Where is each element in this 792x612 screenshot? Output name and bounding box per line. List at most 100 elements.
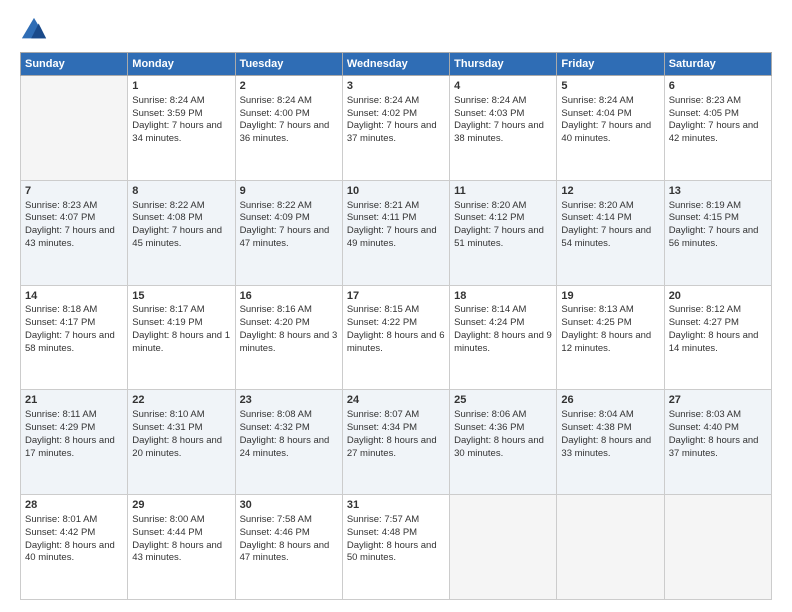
header-cell-saturday: Saturday — [664, 53, 771, 76]
page: SundayMondayTuesdayWednesdayThursdayFrid… — [0, 0, 792, 612]
calendar-cell: 13Sunrise: 8:19 AMSunset: 4:15 PMDayligh… — [664, 180, 771, 285]
sunset: Sunset: 4:24 PM — [454, 317, 524, 328]
calendar-cell: 19Sunrise: 8:13 AMSunset: 4:25 PMDayligh… — [557, 285, 664, 390]
sunset: Sunset: 4:14 PM — [561, 212, 631, 223]
daylight: Daylight: 8 hours and 12 minutes. — [561, 330, 651, 354]
calendar-cell: 26Sunrise: 8:04 AMSunset: 4:38 PMDayligh… — [557, 390, 664, 495]
header-row: SundayMondayTuesdayWednesdayThursdayFrid… — [21, 53, 772, 76]
sunrise: Sunrise: 8:18 AM — [25, 304, 97, 315]
sunrise: Sunrise: 8:24 AM — [347, 95, 419, 106]
calendar-cell — [664, 495, 771, 600]
calendar-cell: 11Sunrise: 8:20 AMSunset: 4:12 PMDayligh… — [450, 180, 557, 285]
week-row-0: 1Sunrise: 8:24 AMSunset: 3:59 PMDaylight… — [21, 76, 772, 181]
calendar-cell: 3Sunrise: 8:24 AMSunset: 4:02 PMDaylight… — [342, 76, 449, 181]
sunset: Sunset: 4:19 PM — [132, 317, 202, 328]
sunset: Sunset: 4:12 PM — [454, 212, 524, 223]
daylight: Daylight: 8 hours and 20 minutes. — [132, 435, 222, 459]
sunrise: Sunrise: 8:23 AM — [25, 200, 97, 211]
sunset: Sunset: 3:59 PM — [132, 108, 202, 119]
sunrise: Sunrise: 8:07 AM — [347, 409, 419, 420]
day-number: 18 — [454, 289, 552, 304]
daylight: Daylight: 8 hours and 24 minutes. — [240, 435, 330, 459]
sunrise: Sunrise: 8:08 AM — [240, 409, 312, 420]
sunrise: Sunrise: 8:22 AM — [240, 200, 312, 211]
day-number: 28 — [25, 498, 123, 513]
calendar-cell: 16Sunrise: 8:16 AMSunset: 4:20 PMDayligh… — [235, 285, 342, 390]
sunrise: Sunrise: 8:19 AM — [669, 200, 741, 211]
week-row-4: 28Sunrise: 8:01 AMSunset: 4:42 PMDayligh… — [21, 495, 772, 600]
calendar-cell: 28Sunrise: 8:01 AMSunset: 4:42 PMDayligh… — [21, 495, 128, 600]
daylight: Daylight: 7 hours and 37 minutes. — [347, 120, 437, 144]
sunrise: Sunrise: 8:14 AM — [454, 304, 526, 315]
day-number: 25 — [454, 393, 552, 408]
day-number: 3 — [347, 79, 445, 94]
sunset: Sunset: 4:36 PM — [454, 422, 524, 433]
day-number: 21 — [25, 393, 123, 408]
day-number: 11 — [454, 184, 552, 199]
daylight: Daylight: 8 hours and 3 minutes. — [240, 330, 338, 354]
sunrise: Sunrise: 8:24 AM — [561, 95, 633, 106]
sunrise: Sunrise: 8:10 AM — [132, 409, 204, 420]
day-number: 7 — [25, 184, 123, 199]
sunset: Sunset: 4:34 PM — [347, 422, 417, 433]
sunset: Sunset: 4:40 PM — [669, 422, 739, 433]
daylight: Daylight: 7 hours and 42 minutes. — [669, 120, 759, 144]
daylight: Daylight: 8 hours and 6 minutes. — [347, 330, 445, 354]
daylight: Daylight: 8 hours and 1 minute. — [132, 330, 230, 354]
sunset: Sunset: 4:04 PM — [561, 108, 631, 119]
calendar-cell: 8Sunrise: 8:22 AMSunset: 4:08 PMDaylight… — [128, 180, 235, 285]
daylight: Daylight: 8 hours and 40 minutes. — [25, 540, 115, 564]
calendar-cell: 20Sunrise: 8:12 AMSunset: 4:27 PMDayligh… — [664, 285, 771, 390]
sunset: Sunset: 4:25 PM — [561, 317, 631, 328]
day-number: 27 — [669, 393, 767, 408]
day-number: 20 — [669, 289, 767, 304]
daylight: Daylight: 7 hours and 38 minutes. — [454, 120, 544, 144]
sunset: Sunset: 4:11 PM — [347, 212, 417, 223]
day-number: 29 — [132, 498, 230, 513]
daylight: Daylight: 8 hours and 27 minutes. — [347, 435, 437, 459]
daylight: Daylight: 8 hours and 37 minutes. — [669, 435, 759, 459]
calendar-cell: 31Sunrise: 7:57 AMSunset: 4:48 PMDayligh… — [342, 495, 449, 600]
sunset: Sunset: 4:08 PM — [132, 212, 202, 223]
sunset: Sunset: 4:07 PM — [25, 212, 95, 223]
header-cell-thursday: Thursday — [450, 53, 557, 76]
daylight: Daylight: 7 hours and 36 minutes. — [240, 120, 330, 144]
daylight: Daylight: 7 hours and 54 minutes. — [561, 225, 651, 249]
sunset: Sunset: 4:32 PM — [240, 422, 310, 433]
daylight: Daylight: 8 hours and 33 minutes. — [561, 435, 651, 459]
day-number: 15 — [132, 289, 230, 304]
header-cell-friday: Friday — [557, 53, 664, 76]
calendar-cell: 29Sunrise: 8:00 AMSunset: 4:44 PMDayligh… — [128, 495, 235, 600]
day-number: 16 — [240, 289, 338, 304]
calendar-cell — [450, 495, 557, 600]
logo-icon — [20, 16, 48, 44]
daylight: Daylight: 7 hours and 34 minutes. — [132, 120, 222, 144]
calendar-cell: 14Sunrise: 8:18 AMSunset: 4:17 PMDayligh… — [21, 285, 128, 390]
sunrise: Sunrise: 8:22 AM — [132, 200, 204, 211]
calendar-cell — [557, 495, 664, 600]
sunset: Sunset: 4:05 PM — [669, 108, 739, 119]
sunrise: Sunrise: 8:04 AM — [561, 409, 633, 420]
header-cell-tuesday: Tuesday — [235, 53, 342, 76]
logo — [20, 16, 52, 44]
day-number: 9 — [240, 184, 338, 199]
sunrise: Sunrise: 7:58 AM — [240, 514, 312, 525]
sunset: Sunset: 4:38 PM — [561, 422, 631, 433]
header-cell-sunday: Sunday — [21, 53, 128, 76]
sunset: Sunset: 4:09 PM — [240, 212, 310, 223]
header-cell-monday: Monday — [128, 53, 235, 76]
sunset: Sunset: 4:46 PM — [240, 527, 310, 538]
daylight: Daylight: 8 hours and 14 minutes. — [669, 330, 759, 354]
day-number: 17 — [347, 289, 445, 304]
sunrise: Sunrise: 8:24 AM — [240, 95, 312, 106]
sunset: Sunset: 4:42 PM — [25, 527, 95, 538]
daylight: Daylight: 7 hours and 51 minutes. — [454, 225, 544, 249]
calendar-cell: 24Sunrise: 8:07 AMSunset: 4:34 PMDayligh… — [342, 390, 449, 495]
sunrise: Sunrise: 8:16 AM — [240, 304, 312, 315]
calendar-cell — [21, 76, 128, 181]
calendar-cell: 4Sunrise: 8:24 AMSunset: 4:03 PMDaylight… — [450, 76, 557, 181]
day-number: 19 — [561, 289, 659, 304]
sunset: Sunset: 4:22 PM — [347, 317, 417, 328]
calendar-cell: 7Sunrise: 8:23 AMSunset: 4:07 PMDaylight… — [21, 180, 128, 285]
sunset: Sunset: 4:03 PM — [454, 108, 524, 119]
